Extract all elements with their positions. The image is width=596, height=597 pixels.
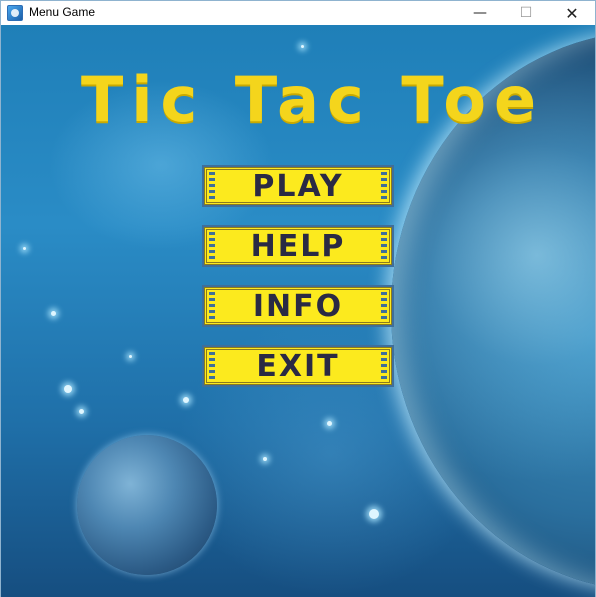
star xyxy=(301,45,304,48)
star xyxy=(64,385,72,393)
star xyxy=(79,409,84,414)
button-border-ornament xyxy=(209,172,215,200)
button-border-ornament xyxy=(209,352,215,380)
minimize-button[interactable]: — xyxy=(457,1,503,25)
game-canvas: Tic Tac Toe PLAY HELP INFO EXIT xyxy=(1,25,595,597)
star xyxy=(369,509,379,519)
exit-button-label: EXIT xyxy=(256,348,340,384)
help-button-label: HELP xyxy=(250,228,346,264)
star xyxy=(51,311,56,316)
close-button[interactable]: ✕ xyxy=(549,1,595,25)
star xyxy=(327,421,332,426)
maximize-button[interactable]: ☐ xyxy=(503,1,549,25)
info-button[interactable]: INFO xyxy=(202,285,394,327)
maximize-icon: ☐ xyxy=(519,5,533,21)
game-window: Menu Game — ☐ ✕ Tic Tac Toe PLAY HELP IN… xyxy=(0,0,596,597)
game-title: Tic Tac Toe xyxy=(81,63,545,136)
button-border-ornament xyxy=(381,352,387,380)
play-button[interactable]: PLAY xyxy=(202,165,394,207)
button-border-ornament xyxy=(209,292,215,320)
info-button-label: INFO xyxy=(252,288,344,324)
title-bar[interactable]: Menu Game — ☐ ✕ xyxy=(1,1,595,25)
button-border-ornament xyxy=(209,232,215,260)
star xyxy=(263,457,267,461)
star xyxy=(23,247,26,250)
exit-button[interactable]: EXIT xyxy=(202,345,394,387)
button-border-ornament xyxy=(381,292,387,320)
star xyxy=(183,397,189,403)
star xyxy=(129,355,132,358)
help-button[interactable]: HELP xyxy=(202,225,394,267)
small-planet xyxy=(77,435,217,575)
close-icon: ✕ xyxy=(565,3,579,23)
button-border-ornament xyxy=(381,172,387,200)
minimize-icon: — xyxy=(473,5,487,21)
app-icon xyxy=(7,5,23,21)
window-title: Menu Game xyxy=(29,5,96,19)
play-button-label: PLAY xyxy=(252,168,344,204)
button-border-ornament xyxy=(381,232,387,260)
